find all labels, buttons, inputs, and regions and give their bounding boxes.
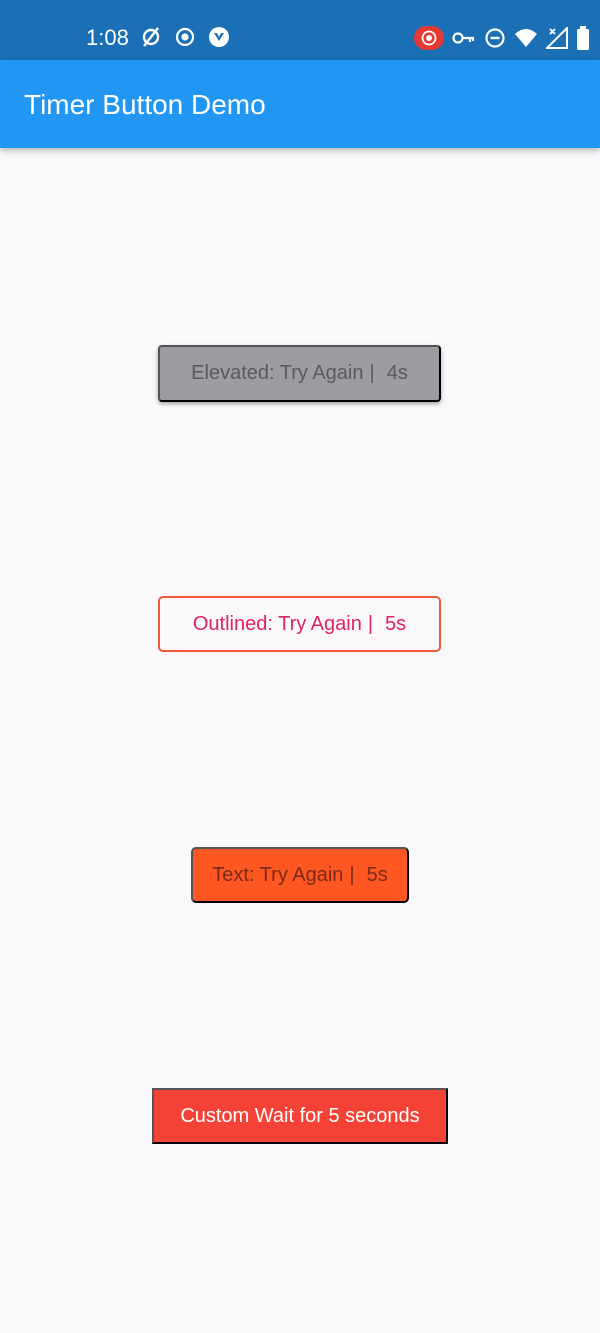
custom-wait-button[interactable]: Custom Wait for 5 seconds — [152, 1088, 448, 1144]
battery-icon — [576, 26, 590, 50]
text-button-countdown: 5s — [366, 863, 388, 886]
custom-button-label: Custom Wait for 5 seconds — [180, 1104, 420, 1127]
status-bar: 1:08 — [0, 0, 600, 60]
text-timer-button[interactable]: Text: Try Again | 5s — [191, 847, 409, 903]
elevated-button-countdown: 4s — [386, 362, 408, 384]
status-right-icons — [414, 26, 590, 50]
app-bar: Timer Button Demo — [0, 60, 600, 148]
text-button-label: Text: Try Again — [212, 863, 344, 886]
circle-slash-icon — [140, 26, 162, 48]
shield-app-icon — [208, 26, 230, 48]
elevated-timer-button[interactable]: Elevated: Try Again | 4s — [158, 345, 441, 402]
text-button-separator: | — [349, 863, 355, 886]
outlined-button-separator: | — [367, 612, 374, 635]
no-signal-icon — [546, 27, 568, 49]
do-not-disturb-icon — [484, 27, 506, 49]
record-icon — [174, 26, 196, 48]
wifi-icon — [514, 27, 538, 49]
elevated-button-separator: | — [369, 362, 375, 384]
elevated-button-label: Elevated: Try Again — [191, 362, 364, 384]
status-left-icons — [140, 26, 230, 48]
status-time: 1:08 — [86, 25, 129, 50]
screen-record-icon — [414, 26, 444, 50]
outlined-button-countdown: 5s — [385, 612, 407, 635]
outlined-timer-button[interactable]: Outlined: Try Again | 5s — [158, 596, 441, 652]
outlined-button-label: Outlined: Try Again — [192, 612, 362, 635]
page-title: Timer Button Demo — [24, 89, 266, 120]
vpn-key-icon — [452, 27, 476, 49]
